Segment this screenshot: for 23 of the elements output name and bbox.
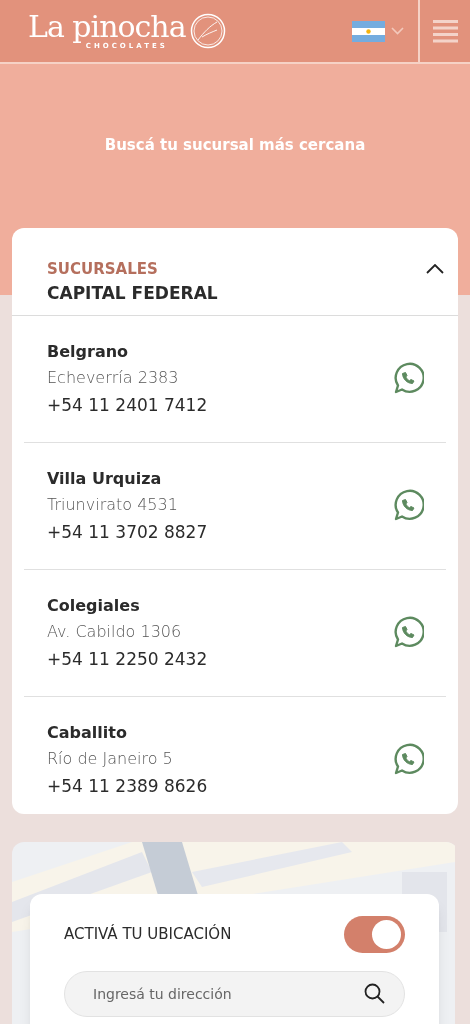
- branch-phone: +54 11 2250 2432: [47, 648, 208, 671]
- branch-address: Echeverría 2383: [47, 367, 180, 389]
- leaf-circle-icon: [189, 13, 226, 49]
- address-search-field[interactable]: Ingresá tu dirección: [64, 971, 405, 1017]
- region-title: CAPITAL FEDERAL: [47, 282, 218, 305]
- branch-name: Colegiales: [47, 595, 141, 617]
- argentina-flag-icon[interactable]: [352, 20, 385, 42]
- hero-title: Buscá tu sucursal más cercana: [104, 135, 366, 156]
- branch-phone: +54 11 2401 7412: [47, 394, 208, 417]
- branch-phone: +54 11 2389 8626: [47, 775, 208, 798]
- section-label: SUCURSALES: [47, 259, 159, 280]
- logo-text[interactable]: La pinocha: [28, 12, 186, 42]
- branch-address: Río de Janeiro 5: [47, 748, 174, 770]
- chevron-up-icon[interactable]: [426, 264, 444, 274]
- branch-address: Triunvirato 4531: [47, 494, 179, 516]
- branch-name: Belgrano: [47, 341, 130, 363]
- branch-phone: +54 11 3702 8827: [47, 521, 208, 544]
- location-label: ACTIVÁ TU UBICACIÓN: [64, 923, 232, 946]
- branch-name: Villa Urquiza: [47, 468, 163, 490]
- location-toggle[interactable]: [344, 916, 405, 953]
- search-icon[interactable]: [364, 983, 385, 1004]
- branch-address: Av. Cabildo 1306: [47, 621, 183, 643]
- branch-name: Caballito: [47, 722, 128, 744]
